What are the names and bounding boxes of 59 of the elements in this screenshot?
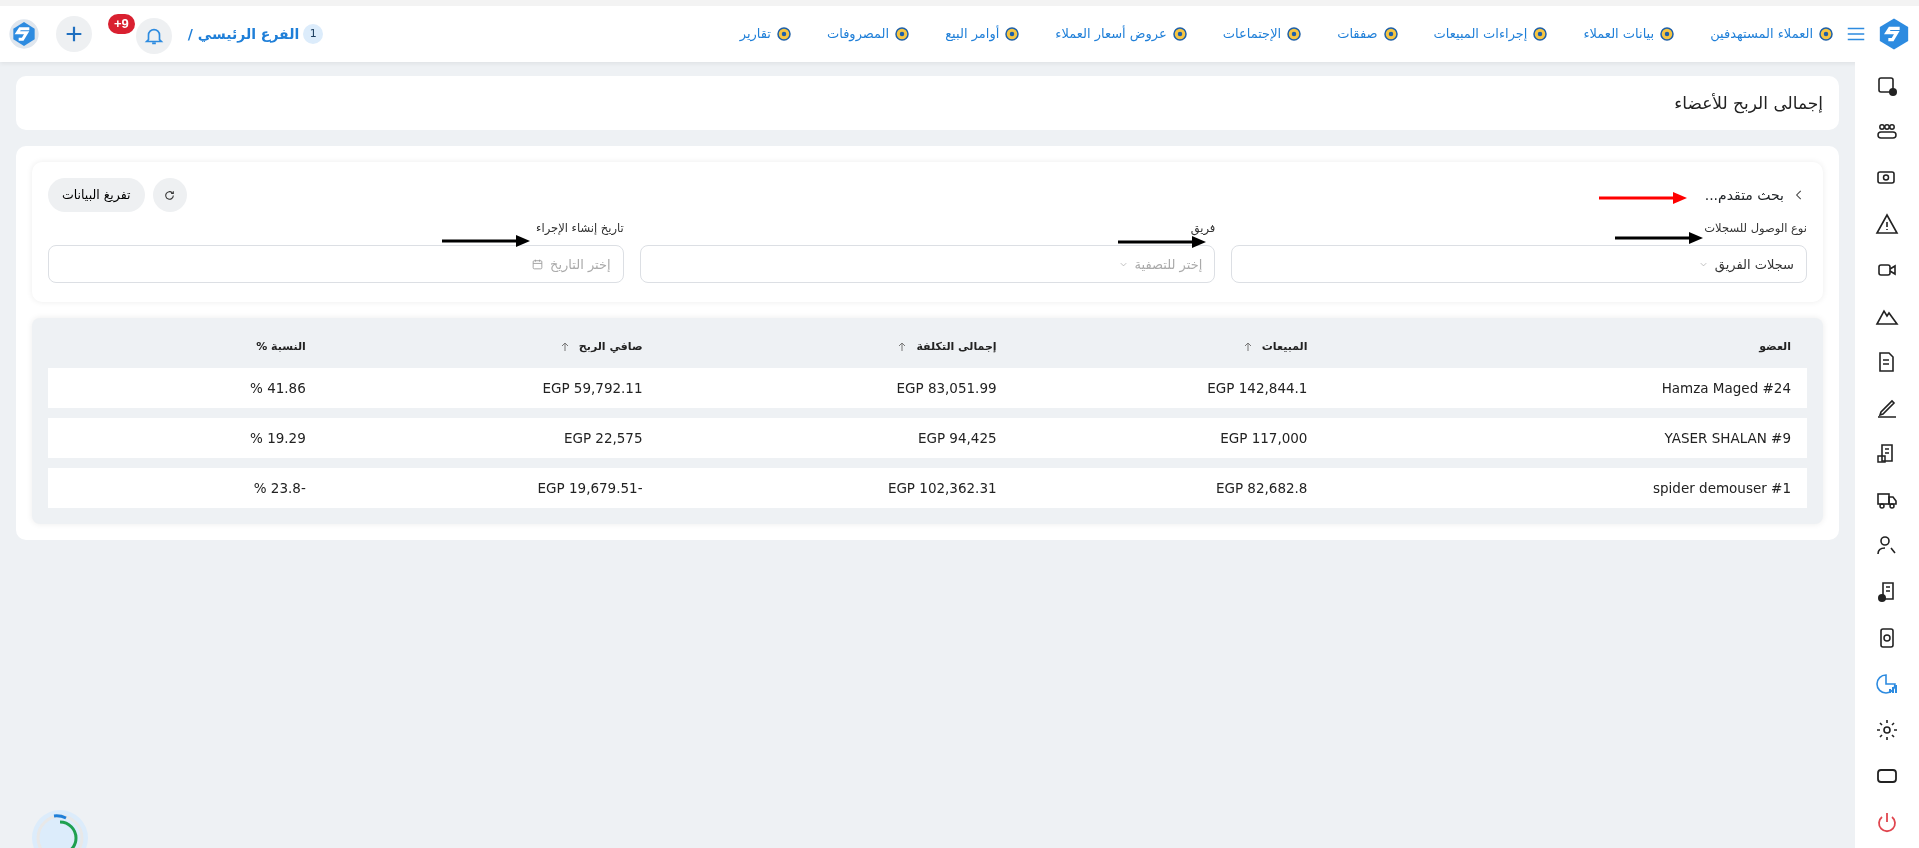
coin-icon — [1531, 25, 1550, 43]
field-label: نوع الوصول للسجلات — [1703, 220, 1807, 237]
table-cell-text: EGP 59,792.11 — [541, 378, 643, 398]
table-cell-text: EGP 117,000 — [1219, 428, 1308, 448]
column-header: النسبة % — [256, 338, 306, 355]
coin-icon — [1817, 25, 1835, 43]
field-label: تاريخ إنشاء الإجراء — [535, 220, 624, 237]
table-cell-text: EGP 83,051.99 — [895, 378, 997, 398]
table-cell-text: EGP 22,575 — [562, 428, 643, 448]
page-title: إجمالى الربح للأعضاء — [1674, 92, 1823, 114]
coin-icon — [893, 25, 912, 43]
column-header[interactable]: إجمالى التكلفة — [896, 338, 997, 356]
coin-icon — [774, 25, 793, 43]
nav-link[interactable]: تقارير — [739, 24, 793, 44]
field-label: فريق — [1189, 220, 1216, 238]
select-field[interactable]: سجلات الفريق — [1231, 245, 1807, 284]
table-cell-text: YASER SHALAN #9 — [1663, 428, 1791, 448]
nav-link[interactable]: المصروفات — [826, 24, 912, 44]
logo-icon — [1877, 17, 1911, 51]
table-cell-text: spider demouser #1 — [1652, 478, 1791, 498]
refresh-icon — [163, 188, 176, 202]
notifications-button[interactable] — [135, 18, 172, 54]
nav-link[interactable]: صفقات — [1337, 24, 1400, 44]
select-field[interactable]: إختر للتصفية — [639, 245, 1216, 284]
table-cell-text: % 41.86 — [249, 378, 306, 398]
column-header[interactable]: المبيعات — [1241, 338, 1308, 356]
clear-data-button[interactable]: تفريغ البيانات — [48, 178, 145, 212]
pie-chart-icon — [1875, 671, 1899, 696]
notification-badge: +9 — [108, 14, 135, 34]
nav-link[interactable]: عروض أسعار العملاء — [1055, 24, 1189, 44]
refresh-button[interactable] — [152, 178, 187, 212]
coin-icon — [1381, 25, 1400, 43]
table-cell-text: EGP 82,682.8 — [1214, 478, 1308, 498]
coin-icon — [1003, 25, 1022, 43]
table-cell-text: Hamza Maged #24 — [1660, 378, 1791, 398]
table-cell-text: % 23.8- — [252, 478, 306, 498]
nav-link[interactable]: إجراءات المبيعات — [1433, 24, 1550, 44]
add-button[interactable] — [56, 16, 92, 52]
calendar-icon — [531, 257, 545, 271]
column-header: العضو — [1759, 338, 1791, 355]
branch-number: 1 — [303, 24, 324, 44]
column-header[interactable]: صافي الربح — [558, 338, 643, 356]
table-cell-text: % 19.29 — [249, 428, 306, 448]
coin-icon — [1170, 25, 1189, 43]
nav-link[interactable]: أوامر البيع — [945, 24, 1022, 44]
date-field[interactable]: إختر التاريخ — [48, 245, 624, 284]
nav-link[interactable]: الإجتماعات — [1222, 24, 1304, 44]
advanced-search-toggle[interactable]: بحث متقدم... — [1703, 183, 1807, 207]
warning-icon — [1875, 211, 1899, 236]
table-cell-text: EGP 19,679.51- — [536, 478, 643, 498]
table-cell-text: EGP 102,362.31 — [886, 478, 997, 498]
coin-icon — [1658, 25, 1677, 43]
nav-link[interactable]: بيانات العملاء — [1583, 24, 1677, 44]
table-cell-text: EGP 94,425 — [916, 428, 997, 448]
table-cell-text: EGP 142,844.1 — [1206, 378, 1308, 398]
coin-icon — [1285, 25, 1304, 43]
settings-icon — [1875, 717, 1899, 742]
nav-link[interactable]: العملاء المستهدفين — [1710, 24, 1835, 44]
logo-icon — [8, 18, 40, 50]
